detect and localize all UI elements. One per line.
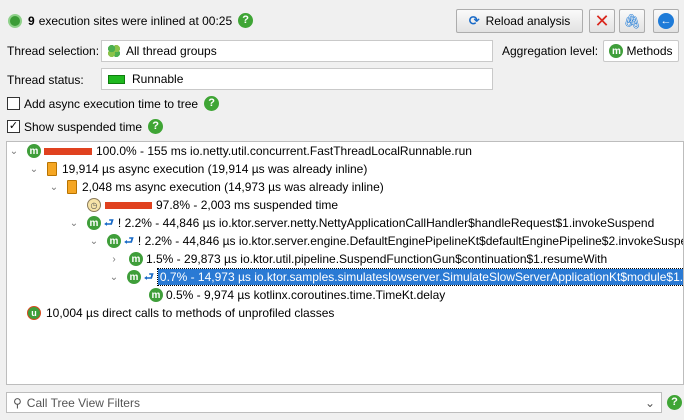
unprofiled-calls-icon: u bbox=[27, 306, 41, 320]
clock-icon: ◷ bbox=[87, 198, 101, 212]
tree-row-label: 0.5% - 9,974 µs kotlinx.coroutines.time.… bbox=[166, 288, 446, 302]
tree-row[interactable]: m 0.5% - 9,974 µs kotlinx.coroutines.tim… bbox=[149, 286, 445, 304]
expand-toggle[interactable]: ⌄ bbox=[89, 232, 99, 250]
tree-row-selected[interactable]: m ⮐ 0.7% - 14,973 µs io.ktor.samples.sim… bbox=[127, 268, 683, 286]
async-execution-icon bbox=[67, 180, 77, 194]
reload-analysis-button[interactable]: ⟳ Reload analysis bbox=[456, 9, 583, 33]
suspended-time-checkbox[interactable]: ✓ bbox=[7, 120, 20, 133]
method-icon: m bbox=[149, 288, 163, 302]
method-icon: m bbox=[27, 144, 41, 158]
collapse-toggle[interactable]: › bbox=[109, 250, 119, 268]
tree-row[interactable]: m ⮐ ! 2.2% - 44,846 µs io.ktor.server.ne… bbox=[87, 214, 654, 232]
thread-selection-field[interactable]: All thread groups bbox=[101, 40, 493, 62]
tree-row[interactable]: 2,048 ms async execution (14,973 µs was … bbox=[67, 178, 384, 196]
expand-toggle[interactable]: ⌄ bbox=[109, 268, 119, 286]
chevron-down-icon[interactable]: ⌄ bbox=[645, 396, 655, 410]
async-execution-icon bbox=[47, 162, 57, 176]
inline-count: 9 bbox=[28, 13, 35, 28]
back-button[interactable]: ← bbox=[653, 9, 679, 33]
help-icon[interactable]: ? bbox=[148, 119, 164, 134]
tree-row-label: ! 2.2% - 44,846 µs io.ktor.server.netty.… bbox=[117, 216, 655, 230]
tree-row[interactable]: m 1.5% - 29,873 µs io.ktor.util.pipeline… bbox=[129, 250, 607, 268]
delete-button[interactable]: ✕ bbox=[589, 9, 615, 33]
thread-groups-icon bbox=[108, 45, 120, 57]
expand-toggle[interactable]: ⌄ bbox=[49, 178, 59, 196]
tree-row[interactable]: 19,914 µs async execution (19,914 µs was… bbox=[47, 160, 367, 178]
tree-row-label: 97.8% - 2,003 ms suspended time bbox=[156, 198, 339, 212]
help-icon[interactable]: ? bbox=[238, 13, 254, 28]
tree-row-label: 19,914 µs async execution (19,914 µs was… bbox=[62, 162, 368, 176]
tree-row[interactable]: u 10,004 µs direct calls to methods of u… bbox=[27, 304, 334, 322]
tree-row[interactable]: m ⮐ ! 2.2% - 44,846 µs io.ktor.server.en… bbox=[107, 232, 684, 250]
async-time-checkbox[interactable] bbox=[7, 97, 20, 110]
tree-row-label: 100.0% - 155 ms io.netty.util.concurrent… bbox=[96, 144, 472, 158]
reload-analysis-label: Reload analysis bbox=[485, 14, 571, 28]
runnable-status-swatch bbox=[108, 74, 125, 84]
method-icon: m bbox=[129, 252, 143, 266]
expand-toggle[interactable]: ⌄ bbox=[9, 142, 19, 160]
attach-button[interactable]: 🖇 bbox=[619, 9, 645, 33]
method-icon: m bbox=[127, 270, 141, 284]
thread-status-label: Thread status: bbox=[7, 73, 84, 87]
aggregation-level-selector[interactable]: m Methods bbox=[603, 40, 679, 62]
thread-selection-value: All thread groups bbox=[126, 44, 217, 58]
tree-row-label: 1.5% - 29,873 µs io.ktor.util.pipeline.S… bbox=[146, 252, 608, 266]
inline-status-icon bbox=[8, 14, 22, 28]
tree-row[interactable]: ◷ 97.8% - 2,003 ms suspended time bbox=[87, 196, 338, 214]
tree-row-label: ! 2.2% - 44,846 µs io.ktor.server.engine… bbox=[137, 234, 684, 248]
thread-status-field[interactable]: Runnable bbox=[101, 68, 493, 90]
suspended-time-label: Show suspended time bbox=[24, 119, 143, 134]
time-bar bbox=[105, 201, 152, 209]
call-tree[interactable]: ⌄ m 100.0% - 155 ms io.netty.util.concur… bbox=[6, 141, 684, 385]
search-icon: ⚲ bbox=[13, 395, 22, 410]
tree-row-label: 0.7% - 14,973 µs io.ktor.samples.simulat… bbox=[156, 268, 683, 286]
call-tree-filter-input[interactable]: ⚲ Call Tree View Filters ⌄ bbox=[6, 392, 662, 413]
aggregation-level-value: Methods bbox=[626, 44, 673, 58]
time-bar bbox=[44, 147, 92, 155]
method-icon: m bbox=[107, 234, 121, 248]
paperclip-icon: 🖇 bbox=[623, 13, 641, 29]
method-icon: m bbox=[87, 216, 101, 230]
tree-row[interactable]: m 100.0% - 155 ms io.netty.util.concurre… bbox=[27, 142, 472, 160]
async-call-arrow-icon: ⮐ bbox=[124, 234, 134, 247]
expand-toggle[interactable]: ⌄ bbox=[29, 160, 39, 178]
thread-status-value: Runnable bbox=[132, 72, 184, 86]
async-call-arrow-icon: ⮐ bbox=[144, 270, 154, 283]
inline-text: execution sites were inlined at 00:25 bbox=[38, 13, 233, 28]
expand-toggle[interactable]: ⌄ bbox=[69, 214, 79, 232]
help-icon[interactable]: ? bbox=[667, 395, 682, 410]
inline-status: 9 execution sites were inlined at 00:25 … bbox=[28, 13, 254, 28]
tree-row-label: 10,004 µs direct calls to methods of unp… bbox=[46, 306, 335, 320]
aggregation-level-label: Aggregation level: bbox=[502, 44, 599, 58]
reload-icon: ⟳ bbox=[468, 13, 480, 28]
thread-selection-label: Thread selection: bbox=[7, 44, 100, 58]
help-icon[interactable]: ? bbox=[204, 96, 220, 111]
async-call-arrow-icon: ⮐ bbox=[104, 216, 114, 229]
filter-placeholder: Call Tree View Filters bbox=[26, 395, 140, 410]
method-icon: m bbox=[609, 44, 624, 58]
close-icon: ✕ bbox=[594, 11, 610, 31]
back-arrow-icon: ← bbox=[658, 13, 674, 29]
tree-row-label: 2,048 ms async execution (14,973 µs was … bbox=[82, 180, 384, 194]
async-time-label: Add async execution time to tree bbox=[24, 96, 199, 111]
